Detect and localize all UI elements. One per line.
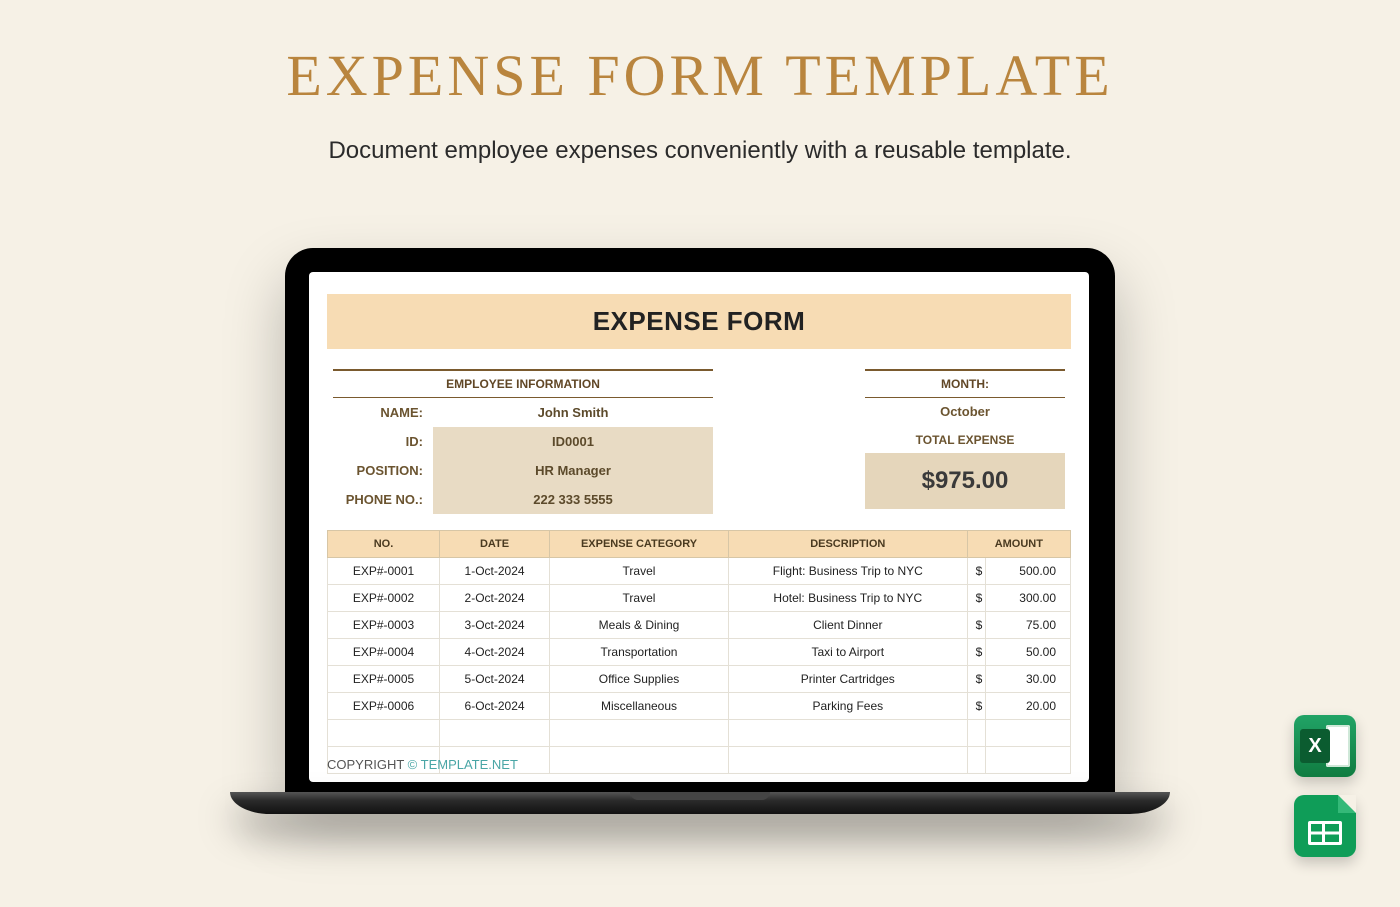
cell-category: Transportation: [550, 639, 729, 666]
form-title: EXPENSE FORM: [327, 294, 1071, 349]
cell-description: Printer Cartridges: [728, 666, 967, 693]
cell-no: EXP#-0002: [328, 585, 440, 612]
month-section-header: MONTH:: [865, 369, 1065, 398]
table-row: EXP#-00033-Oct-2024Meals & DiningClient …: [328, 612, 1071, 639]
table-header-row: NO. DATE EXPENSE CATEGORY DESCRIPTION AM…: [328, 531, 1071, 558]
excel-icon[interactable]: X: [1294, 715, 1356, 777]
laptop-base: [230, 792, 1170, 814]
cell-date: 6-Oct-2024: [440, 693, 550, 720]
cell-description: Hotel: Business Trip to NYC: [728, 585, 967, 612]
th-no: NO.: [328, 531, 440, 558]
laptop-notch: [630, 792, 770, 800]
cell-currency: $: [967, 693, 985, 720]
copyright-link[interactable]: © TEMPLATE.NET: [408, 757, 518, 772]
cell-no: EXP#-0006: [328, 693, 440, 720]
google-sheets-icon[interactable]: [1294, 795, 1356, 857]
cell-currency: $: [967, 585, 985, 612]
laptop-display: EXPENSE FORM EMPLOYEE INFORMATION NAME: …: [309, 272, 1089, 782]
label-phone: PHONE NO.:: [333, 485, 433, 514]
cell-amount: 300.00: [985, 585, 1070, 612]
table-row: EXP#-00022-Oct-2024TravelHotel: Business…: [328, 585, 1071, 612]
cell-date: 3-Oct-2024: [440, 612, 550, 639]
sheets-fold: [1338, 795, 1356, 813]
cell-no: EXP#-0005: [328, 666, 440, 693]
table-row-empty: [328, 720, 1071, 747]
cell-category: Travel: [550, 558, 729, 585]
label-name: NAME:: [333, 398, 433, 427]
cell-date: 1-Oct-2024: [440, 558, 550, 585]
sheets-grid-icon: [1308, 821, 1342, 845]
value-total: $975.00: [865, 453, 1065, 509]
cell-category: Meals & Dining: [550, 612, 729, 639]
page-title: EXPENSE FORM TEMPLATE: [0, 0, 1400, 109]
table-row: EXP#-00055-Oct-2024Office SuppliesPrinte…: [328, 666, 1071, 693]
cell-category: Travel: [550, 585, 729, 612]
cell-date: 4-Oct-2024: [440, 639, 550, 666]
table-row: EXP#-00011-Oct-2024TravelFlight: Busines…: [328, 558, 1071, 585]
value-name: John Smith: [433, 398, 713, 427]
cell-category: Miscellaneous: [550, 693, 729, 720]
label-id: ID:: [333, 427, 433, 456]
cell-amount: 50.00: [985, 639, 1070, 666]
label-total: TOTAL EXPENSE: [865, 433, 1065, 447]
cell-currency: $: [967, 558, 985, 585]
cell-currency: $: [967, 612, 985, 639]
cell-description: Flight: Business Trip to NYC: [728, 558, 967, 585]
cell-no: EXP#-0004: [328, 639, 440, 666]
cell-description: Client Dinner: [728, 612, 967, 639]
value-position: HR Manager: [433, 456, 713, 485]
cell-no: EXP#-0003: [328, 612, 440, 639]
table-row: EXP#-00066-Oct-2024MiscellaneousParking …: [328, 693, 1071, 720]
cell-amount: 30.00: [985, 666, 1070, 693]
copyright-footer: COPYRIGHT © TEMPLATE.NET: [327, 757, 518, 772]
value-phone: 222 333 5555: [433, 485, 713, 514]
cell-description: Taxi to Airport: [728, 639, 967, 666]
laptop-mockup: EXPENSE FORM EMPLOYEE INFORMATION NAME: …: [285, 248, 1115, 814]
cell-category: Office Supplies: [550, 666, 729, 693]
laptop-screen: EXPENSE FORM EMPLOYEE INFORMATION NAME: …: [285, 248, 1115, 792]
cell-description: Parking Fees: [728, 693, 967, 720]
cell-amount: 20.00: [985, 693, 1070, 720]
excel-letter: X: [1300, 729, 1330, 763]
app-icons: X: [1294, 715, 1356, 857]
copyright-label: COPYRIGHT: [327, 757, 408, 772]
employee-section-header: EMPLOYEE INFORMATION: [333, 369, 713, 398]
table-row: EXP#-00044-Oct-2024TransportationTaxi to…: [328, 639, 1071, 666]
th-date: DATE: [440, 531, 550, 558]
cell-no: EXP#-0001: [328, 558, 440, 585]
month-column: MONTH: October TOTAL EXPENSE $975.00: [865, 369, 1065, 514]
th-amount: AMOUNT: [967, 531, 1070, 558]
th-description: DESCRIPTION: [728, 531, 967, 558]
page-subtitle: Document employee expenses conveniently …: [0, 137, 1400, 165]
meta-row: EMPLOYEE INFORMATION NAME: John Smith ID…: [327, 369, 1071, 514]
value-month: October: [865, 398, 1065, 429]
cell-amount: 500.00: [985, 558, 1070, 585]
expense-table: NO. DATE EXPENSE CATEGORY DESCRIPTION AM…: [327, 530, 1071, 774]
cell-currency: $: [967, 666, 985, 693]
th-category: EXPENSE CATEGORY: [550, 531, 729, 558]
label-position: POSITION:: [333, 456, 433, 485]
employee-grid: NAME: John Smith ID: ID0001 POSITION: HR…: [333, 398, 713, 514]
cell-amount: 75.00: [985, 612, 1070, 639]
cell-date: 2-Oct-2024: [440, 585, 550, 612]
cell-currency: $: [967, 639, 985, 666]
value-id: ID0001: [433, 427, 713, 456]
cell-date: 5-Oct-2024: [440, 666, 550, 693]
employee-column: EMPLOYEE INFORMATION NAME: John Smith ID…: [333, 369, 713, 514]
